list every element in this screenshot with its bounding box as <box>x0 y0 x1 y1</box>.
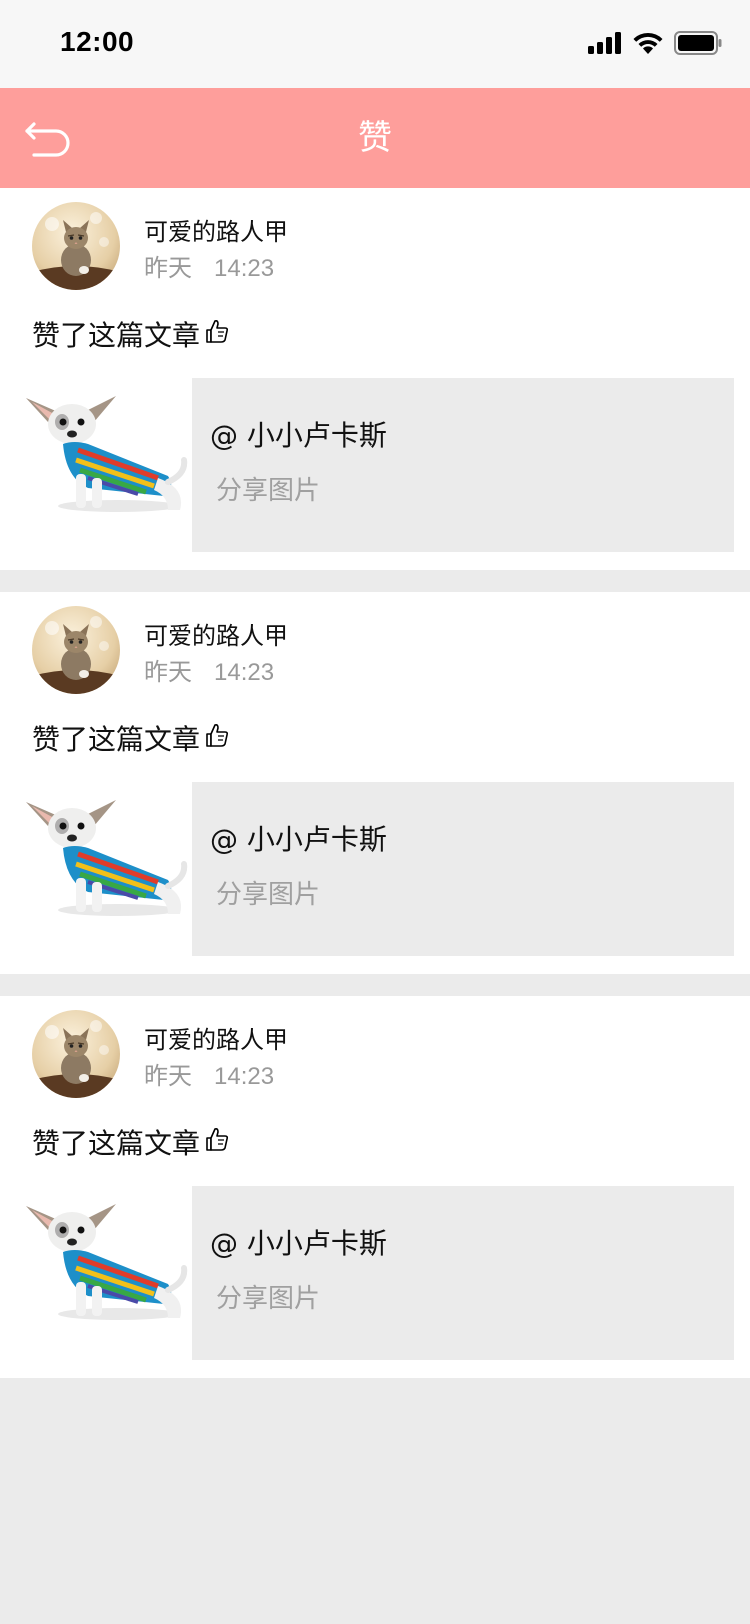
back-button[interactable] <box>18 110 82 166</box>
timestamp: 昨天 14:23 <box>144 1056 274 1091</box>
avatar[interactable] <box>32 606 120 694</box>
like-notification-card[interactable]: 可爱的路人甲 昨天 14:23 赞了这篇文章 @ 小小卢卡斯 分享图片 <box>0 996 750 1378</box>
date-label: 昨天 <box>144 1062 192 1090</box>
nav-bar: 赞 <box>0 88 750 188</box>
page-title: 赞 <box>358 118 392 158</box>
timestamp: 昨天 14:23 <box>144 248 274 283</box>
action-label: 赞了这篇文章 <box>32 723 201 756</box>
thumbs-up-icon <box>202 317 230 352</box>
author-mention[interactable]: @ 小小卢卡斯 <box>210 1222 387 1262</box>
signal-icon <box>588 32 622 58</box>
user-name[interactable]: 可爱的路人甲 <box>144 616 288 651</box>
like-notification-card[interactable]: 可爱的路人甲 昨天 14:23 赞了这篇文章 @ 小小卢卡斯 分享图片 <box>0 188 750 570</box>
like-notification-list: 可爱的路人甲 昨天 14:23 赞了这篇文章 @ 小小卢卡斯 分享图片 可爱的路… <box>0 188 750 1378</box>
avatar[interactable] <box>32 202 120 290</box>
action-label: 赞了这篇文章 <box>32 1127 201 1160</box>
like-action: 赞了这篇文章 <box>32 718 230 758</box>
battery-icon <box>674 31 722 59</box>
status-icons <box>588 30 722 60</box>
thumbs-up-icon <box>202 1125 230 1160</box>
divider <box>0 570 750 592</box>
thumbs-up-icon <box>202 721 230 756</box>
post-thumbnail[interactable] <box>18 1186 188 1326</box>
like-notification-card[interactable]: 可爱的路人甲 昨天 14:23 赞了这篇文章 @ 小小卢卡斯 分享图片 <box>0 592 750 974</box>
share-type: 分享图片 <box>216 1284 321 1314</box>
action-label: 赞了这篇文章 <box>32 319 201 352</box>
avatar[interactable] <box>32 1010 120 1098</box>
time-label: 14:23 <box>214 659 275 686</box>
author-mention[interactable]: @ 小小卢卡斯 <box>210 414 387 454</box>
like-action: 赞了这篇文章 <box>32 1122 230 1162</box>
wifi-icon <box>632 31 664 59</box>
back-arrow-icon <box>25 122 70 157</box>
author-mention[interactable]: @ 小小卢卡斯 <box>210 818 387 858</box>
shared-post[interactable]: @ 小小卢卡斯 分享图片 <box>192 1186 734 1360</box>
date-label: 昨天 <box>144 254 192 282</box>
post-thumbnail[interactable] <box>18 378 188 518</box>
date-label: 昨天 <box>144 658 192 686</box>
shared-post[interactable]: @ 小小卢卡斯 分享图片 <box>192 782 734 956</box>
like-action: 赞了这篇文章 <box>32 314 230 354</box>
share-type: 分享图片 <box>216 476 321 506</box>
divider <box>0 974 750 996</box>
timestamp: 昨天 14:23 <box>144 652 274 687</box>
time-label: 14:23 <box>214 1063 275 1090</box>
user-name[interactable]: 可爱的路人甲 <box>144 212 288 247</box>
status-bar: 12:00 <box>0 0 750 88</box>
share-type: 分享图片 <box>216 880 321 910</box>
post-thumbnail[interactable] <box>18 782 188 922</box>
user-name[interactable]: 可爱的路人甲 <box>144 1020 288 1055</box>
status-time: 12:00 <box>60 26 135 57</box>
shared-post[interactable]: @ 小小卢卡斯 分享图片 <box>192 378 734 552</box>
time-label: 14:23 <box>214 255 275 282</box>
